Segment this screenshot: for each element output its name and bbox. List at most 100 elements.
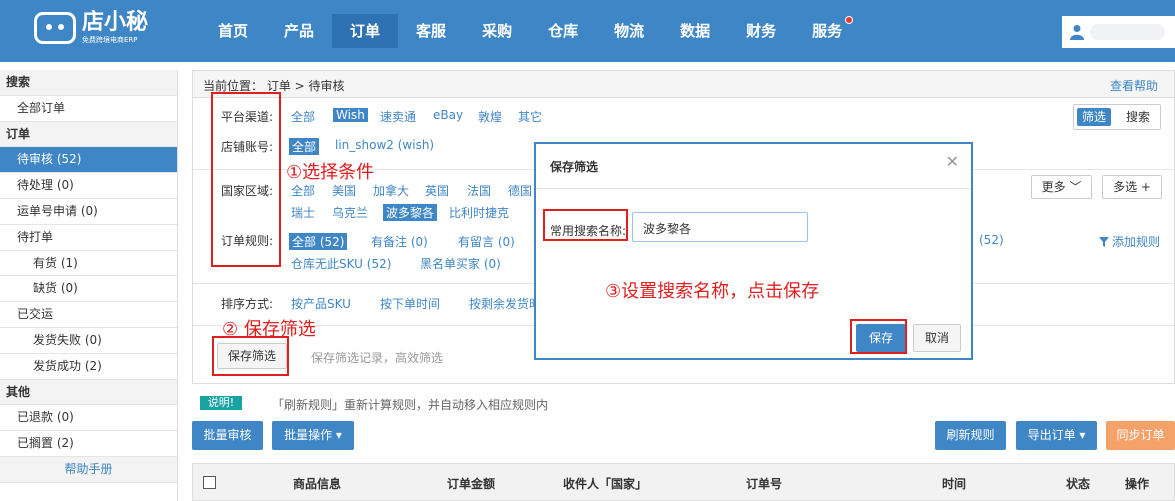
sidebar-item[interactable]: 发货失败 (0)	[0, 328, 177, 354]
tab-search[interactable]: 搜索	[1120, 108, 1156, 126]
nav-logistics[interactable]: 物流	[596, 14, 662, 48]
sidebar-item[interactable]: 待处理 (0)	[0, 173, 177, 199]
dialog-title: 保存筛选	[550, 160, 599, 174]
logo-title: 店小秘	[82, 10, 149, 35]
user-menu[interactable]	[1062, 16, 1175, 48]
sidebar-item[interactable]: 已退款 (0)	[0, 405, 177, 432]
nav-products[interactable]: 产品	[266, 14, 332, 48]
dialog-divider	[536, 188, 971, 189]
filter-search-toggle: 筛选 搜索	[1073, 104, 1161, 130]
filter-option[interactable]: 全部 (52)	[289, 233, 348, 250]
sidebar: 搜索 全部订单 订单 待审核 (52) 待处理 (0) 运单号申请 (0) 待打单 有货 (1…	[0, 70, 178, 501]
nav-data[interactable]: 数据	[662, 14, 728, 48]
annotation-box-conditions	[211, 92, 281, 267]
help-link[interactable]: 查看帮助	[1110, 77, 1158, 94]
main-nav: 首页 产品 订单 客服 采购 仓库 物流 数据 财务 服务	[200, 14, 860, 48]
more-button[interactable]: 更多 ﹀	[1031, 175, 1092, 199]
breadcrumb-bar: 当前位置： 订单 > 待审核 查看帮助	[193, 71, 1174, 98]
annotation-box-save-filter	[212, 336, 289, 376]
info-tag: 说明!	[200, 396, 242, 410]
user-icon	[1070, 25, 1084, 40]
nav-finance[interactable]: 财务	[728, 14, 794, 48]
close-icon[interactable]: ✕	[946, 152, 959, 171]
filter-option[interactable]: 全部	[291, 108, 315, 125]
col-recipient-country: 收件人「国家」	[563, 477, 648, 491]
bulk-operations-button[interactable]: 批量操作 ▾	[272, 421, 354, 450]
filter-option[interactable]: 黑名单买家 (0)	[420, 255, 501, 272]
sidebar-item[interactable]: 发货成功 (2)	[0, 354, 177, 380]
orders-table-header: 商品信息 订单金额 收件人「国家」 订单号 时间 状态 操作	[192, 463, 1175, 501]
sidebar-item[interactable]: 已搁置 (2)	[0, 431, 177, 457]
refresh-rules-button[interactable]: 刷新规则	[935, 421, 1006, 450]
sidebar-item[interactable]: 运单号申请 (0)	[0, 199, 177, 225]
filter-option[interactable]: 按下单时间	[380, 295, 440, 312]
col-actions: 操作	[1125, 477, 1150, 491]
chevron-down-icon: ﹀	[1069, 180, 1082, 194]
bulk-review-button[interactable]: 批量审核	[192, 421, 263, 450]
annotation-box-name-label	[543, 209, 628, 241]
filter-option[interactable]: 英国	[425, 182, 449, 199]
tab-filter[interactable]: 筛选	[1077, 108, 1111, 126]
filter-option[interactable]: 加拿大	[373, 182, 409, 199]
filter-option[interactable]: eBay	[433, 108, 463, 122]
col-product-info: 商品信息	[293, 477, 342, 491]
nav-services-label: 服务	[812, 22, 843, 40]
notification-dot	[845, 16, 854, 24]
nav-warehouse[interactable]: 仓库	[530, 14, 596, 48]
filter-option[interactable]: 瑞士	[291, 204, 315, 221]
filter-option[interactable]: 波多黎各	[383, 204, 438, 221]
filter-option[interactable]: 捷克	[485, 204, 509, 221]
user-name-blurred	[1090, 24, 1165, 40]
sidebar-item[interactable]: 待审核 (52)	[0, 147, 177, 174]
sidebar-item[interactable]: 全部订单	[0, 96, 177, 122]
filter-option[interactable]: 速卖通	[380, 108, 416, 125]
filter-option[interactable]: 美国	[332, 182, 356, 199]
sidebar-item[interactable]: 缺货 (0)	[0, 276, 177, 303]
col-order-number: 订单号	[746, 477, 783, 491]
filter-option[interactable]: 全部	[291, 182, 315, 199]
sidebar-item[interactable]: 已交运	[0, 302, 177, 328]
logo-subtitle: 免费跨境电商ERP	[82, 36, 138, 44]
nav-orders[interactable]: 订单	[332, 14, 399, 48]
dialog-cancel-button[interactable]: 取消	[913, 324, 961, 352]
filter-option[interactable]: 全部	[289, 138, 320, 155]
multi-select-button[interactable]: 多选 +	[1102, 175, 1162, 199]
sort-label: 排序方式:	[221, 297, 274, 311]
app-logo[interactable]: 店小秘 免费跨境电商ERP	[34, 8, 148, 48]
nav-home[interactable]: 首页	[200, 14, 266, 48]
nav-customer-service[interactable]: 客服	[398, 14, 464, 48]
more-button-label: 更多	[1041, 180, 1066, 194]
add-rule-label: 添加规则	[1112, 235, 1161, 249]
export-orders-button[interactable]: 导出订单 ▾	[1016, 421, 1097, 450]
filter-option[interactable]: Wish	[333, 108, 368, 122]
filter-option[interactable]: lin_show2 (wish)	[335, 138, 434, 152]
sidebar-section: 搜索	[0, 70, 177, 96]
filter-option[interactable]: 按产品SKU	[291, 295, 351, 312]
sidebar-section: 其他	[0, 379, 177, 406]
filter-option[interactable]: 按剩余发货时	[469, 295, 541, 312]
sidebar-item[interactable]: 有货 (1)	[0, 251, 177, 277]
annotation-step3: ③设置搜索名称，点击保存	[605, 281, 820, 302]
filter-option[interactable]: 仓库无此SKU (52)	[291, 255, 391, 272]
filter-option[interactable]: 比利时	[449, 204, 485, 221]
filter-option[interactable]: 乌克兰	[332, 204, 368, 221]
search-name-value: 波多黎各	[643, 222, 692, 236]
filter-option[interactable]: 有留言 (0)	[458, 233, 515, 250]
filter-option[interactable]: 其它	[518, 108, 542, 125]
col-time: 时间	[942, 477, 967, 491]
top-navbar: 店小秘 免费跨境电商ERP 首页 产品 订单 客服 采购 仓库 物流 数据 财务…	[0, 0, 1175, 62]
filter-option[interactable]: 有备注 (0)	[371, 233, 428, 250]
sidebar-item[interactable]: 待打单	[0, 225, 177, 251]
sync-orders-button[interactable]: 同步订单	[1106, 421, 1175, 450]
nav-services[interactable]: 服务	[794, 14, 860, 48]
search-name-input[interactable]: 波多黎各	[632, 212, 808, 242]
filter-option[interactable]: 法国	[467, 182, 491, 199]
help-manual-link[interactable]: 帮助手册	[0, 456, 177, 483]
filter-option[interactable]: 敦煌	[478, 108, 502, 125]
save-filter-hint: 保存筛选记录，高效筛选	[311, 351, 444, 365]
rule-count-right[interactable]: (52)	[979, 233, 1004, 247]
filter-option[interactable]: 德国	[508, 182, 532, 199]
add-rule-link[interactable]: 添加规则	[1099, 233, 1160, 250]
nav-purchase[interactable]: 采购	[464, 14, 530, 48]
select-all-checkbox[interactable]	[203, 476, 216, 489]
